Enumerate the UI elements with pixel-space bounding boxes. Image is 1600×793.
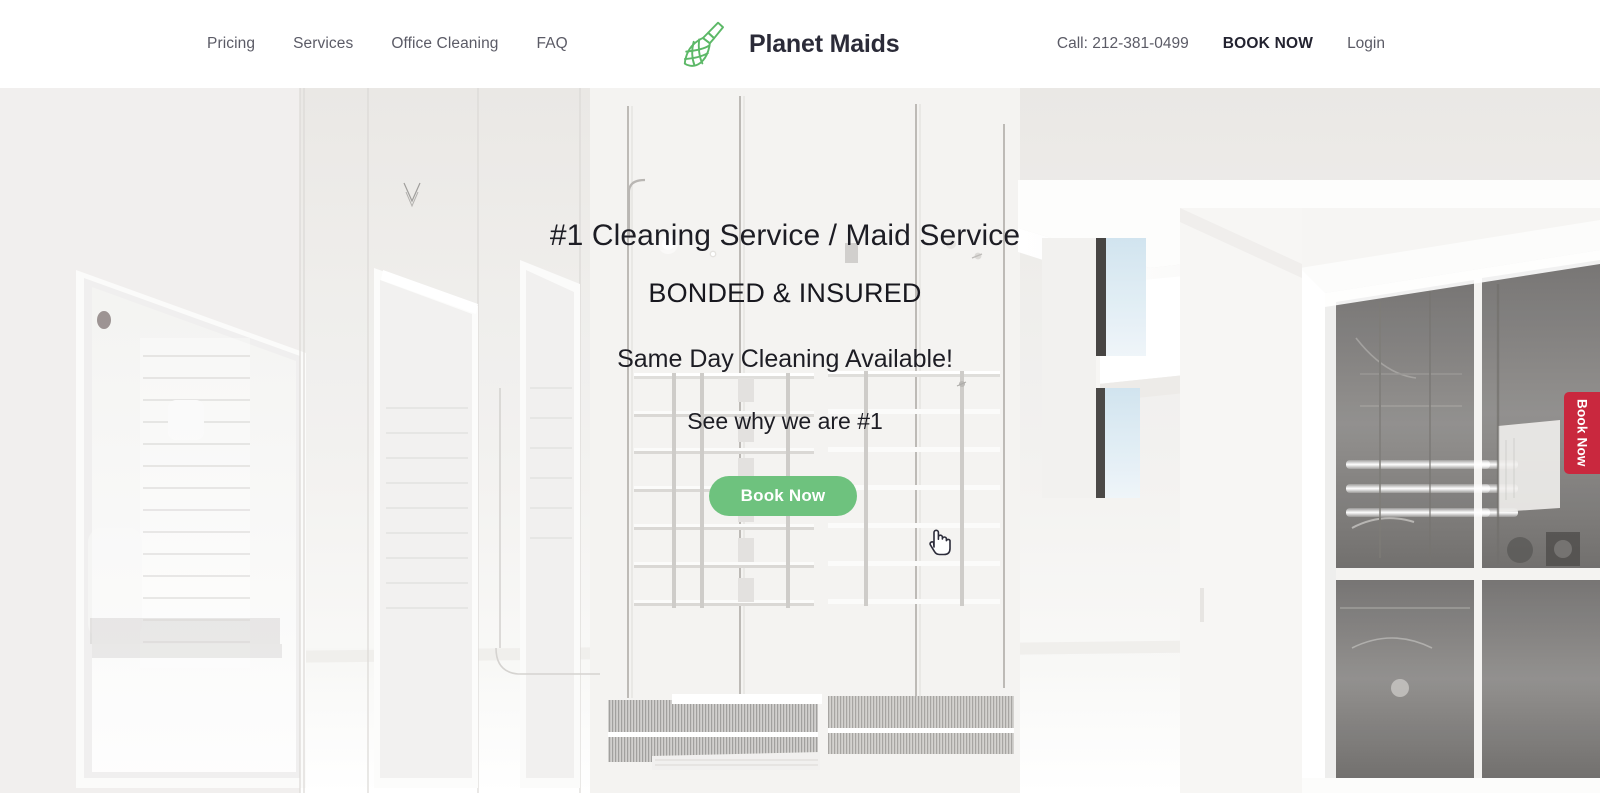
- side-book-now-tab[interactable]: Book Now: [1564, 392, 1600, 474]
- brand-logo[interactable]: Planet Maids: [675, 0, 900, 88]
- nav-link-faq[interactable]: FAQ: [537, 35, 568, 53]
- side-book-now-tab-label: Book Now: [1574, 399, 1590, 467]
- nav-link-office-cleaning[interactable]: Office Cleaning: [391, 35, 498, 53]
- hero-section: #1 Cleaning Service / Maid Service BONDE…: [0, 88, 1600, 793]
- primary-navigation: Pricing Services Office Cleaning FAQ: [207, 0, 568, 88]
- nav-link-pricing[interactable]: Pricing: [207, 35, 255, 53]
- header-book-now-link[interactable]: BOOK NOW: [1223, 35, 1313, 53]
- hero-book-now-button[interactable]: Book Now: [709, 476, 857, 516]
- call-phone-link[interactable]: Call: 212-381-0499: [1057, 35, 1189, 53]
- broom-icon: [683, 21, 724, 67]
- hero-background-photo: [0, 88, 1600, 793]
- login-link[interactable]: Login: [1347, 35, 1385, 53]
- brand-name: Planet Maids: [749, 29, 900, 58]
- nav-link-services[interactable]: Services: [293, 35, 353, 53]
- header-actions: Call: 212-381-0499 BOOK NOW Login: [1057, 0, 1385, 88]
- site-header: Pricing Services Office Cleaning FAQ Pla…: [0, 0, 1600, 88]
